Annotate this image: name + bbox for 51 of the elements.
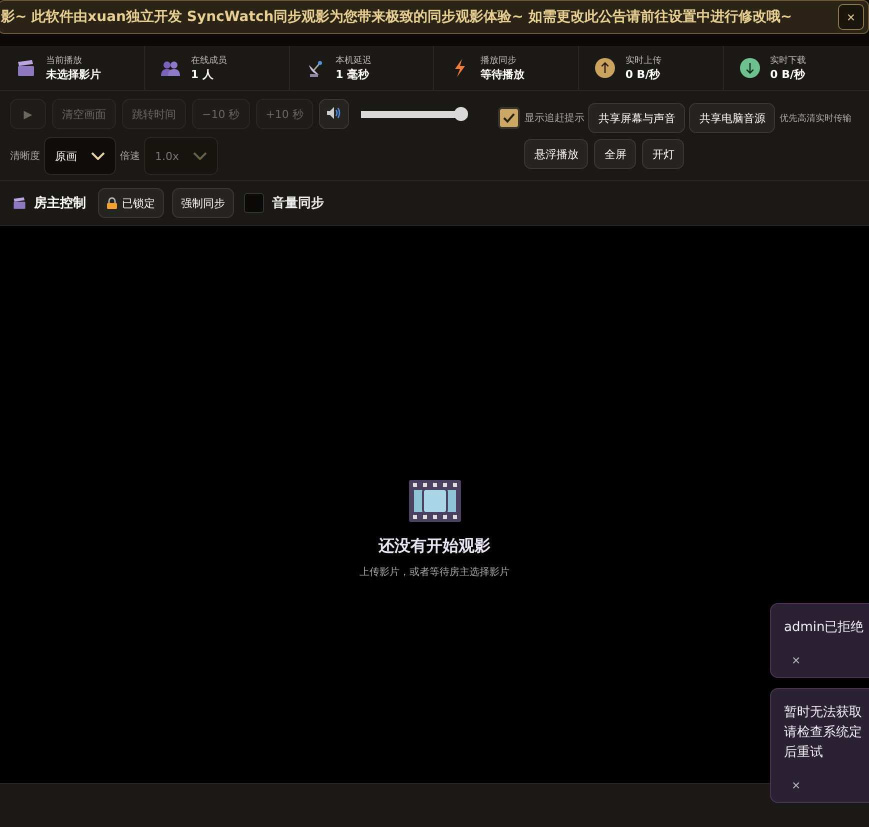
stat-label: 在线成员 <box>190 54 227 67</box>
hint-text: 优先高清实时传输 <box>779 112 852 124</box>
satellite-dish-icon <box>306 59 325 77</box>
check-icon <box>503 113 516 123</box>
close-button[interactable]: × <box>784 652 808 668</box>
people-icon <box>161 60 180 76</box>
stat-value: 未选择影片 <box>46 67 101 82</box>
film-strip-icon <box>408 480 460 522</box>
share-button[interactable]: 共享电脑音源 <box>689 103 776 133</box>
clapper-icon <box>13 196 26 210</box>
speaker-icon <box>327 106 342 118</box>
stat-value: 1 人 <box>190 67 214 82</box>
dropdown-label: 清晰度 <box>10 150 40 163</box>
stat-label: 本机延迟 <box>336 54 372 67</box>
stat-value: 0 B/秒 <box>770 67 806 82</box>
chevron-icon <box>91 152 105 160</box>
volume-slider[interactable] <box>361 107 468 121</box>
clapper-icon <box>17 60 35 76</box>
view-button[interactable]: 全屏 <box>594 139 636 169</box>
lightning-icon <box>454 59 466 77</box>
stat-value: 等待播放 <box>480 67 524 82</box>
stat-label: 播放同步 <box>480 54 518 67</box>
lock-button[interactable]: 已锁定 <box>98 188 164 218</box>
checkbox[interactable] <box>498 107 520 129</box>
announcement-text: 影~ 此软件由xuan独立开发 SyncWatch同步观影为您带来极致的同步观影体验~ 如需更改此公告请前往设置中进行修改哦~ <box>0 8 794 26</box>
empty-title: 还没有开始观影 <box>378 536 490 557</box>
checkbox[interactable] <box>244 193 264 213</box>
empty-subtitle: 上传影片，或者等待房主选择影片 <box>360 566 510 579</box>
stat-label: 当前播放 <box>46 54 83 67</box>
stat-label: 实时下载 <box>770 54 806 67</box>
view-button[interactable]: 悬浮播放 <box>524 139 588 169</box>
notification-text: 后重试 <box>784 744 824 762</box>
close-button[interactable]: × <box>838 4 864 30</box>
notification-text: admin已拒绝 <box>784 619 865 637</box>
section-title: 房主控制 <box>34 194 86 212</box>
lock-icon <box>107 197 117 209</box>
stat-label: 实时上传 <box>625 54 662 67</box>
quality-dropdown[interactable]: 原画 <box>44 137 116 175</box>
checkbox-label: 显示追赶提示 <box>524 112 584 125</box>
close-button[interactable]: × <box>784 777 808 793</box>
stat-value: 0 B/秒 <box>625 67 662 82</box>
notification-text: 暂时无法获取 <box>784 704 863 722</box>
volume-button[interactable] <box>319 99 350 129</box>
stat-value: 1 毫秒 <box>336 67 370 82</box>
dropdown-label: 倍速 <box>120 150 140 163</box>
share-button[interactable]: 共享屏幕与声音 <box>588 103 686 133</box>
notification-text: 请检查系统定 <box>784 724 863 742</box>
force-sync-button[interactable]: 强制同步 <box>172 188 234 218</box>
chevron-icon <box>193 152 208 160</box>
view-button[interactable]: 开灯 <box>642 139 684 169</box>
checkbox-label: 音量同步 <box>272 194 324 212</box>
